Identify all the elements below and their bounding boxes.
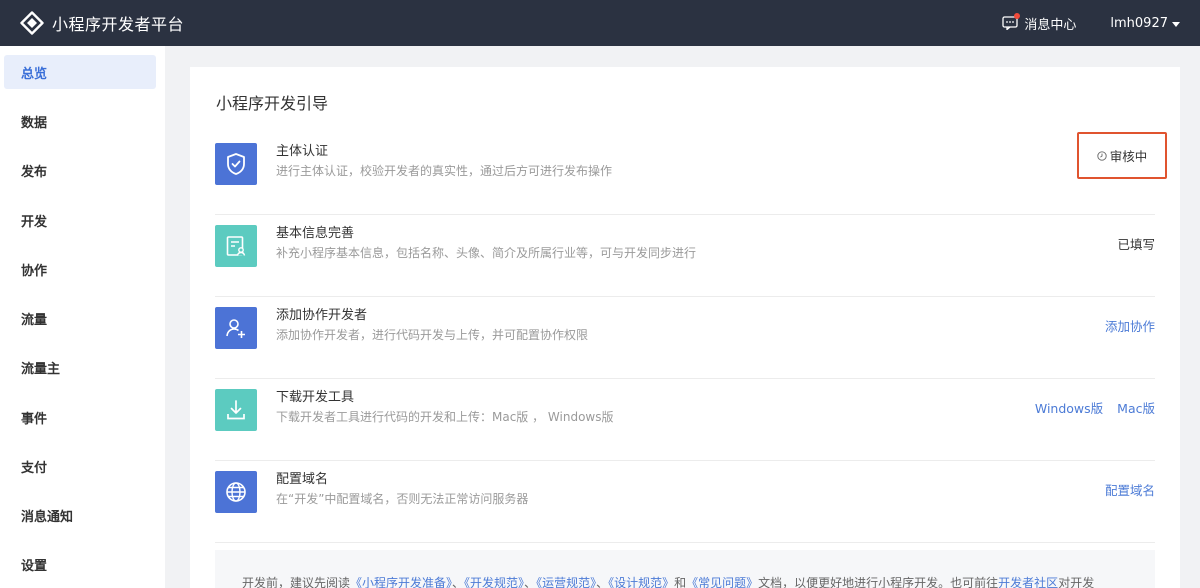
- row-title: 配置域名: [276, 472, 329, 487]
- reading-notice: 开发前，建议先阅读《小程序开发准备》、《开发规范》、《运营规范》、《设计规范》和…: [215, 550, 1155, 588]
- guide-row-verification: 主体认证 进行主体认证，校验开发者的真实性，通过后方可进行发布操作 审核中: [215, 132, 1167, 215]
- doc-link-ops-spec[interactable]: 《运营规范》: [536, 576, 596, 588]
- row-desc: 下载开发者工具进行代码的开发和上传：Mac版 ， Windows版: [276, 410, 614, 424]
- unread-dot: [1014, 13, 1021, 19]
- guide-row-basic-info: 基本信息完善 补充小程序基本信息，包括名称、头像、简介及所属行业等，可与开发同步…: [215, 215, 1155, 297]
- row-desc: 进行主体认证，校验开发者的真实性，通过后方可进行发布操作: [276, 164, 613, 178]
- notice-sep: 和: [674, 576, 687, 588]
- sidebar-item-data[interactable]: 数据: [4, 104, 156, 138]
- shield-check-icon: [215, 143, 257, 185]
- sidebar-item-traffic-owner[interactable]: 流量主: [4, 350, 156, 384]
- row-title: 基本信息完善: [276, 226, 355, 241]
- developer-community-link[interactable]: 开发者社区: [998, 576, 1058, 588]
- message-center-label: 消息中心: [1024, 17, 1077, 33]
- notice-text: 对开发: [1058, 576, 1095, 588]
- status-badge: 审核中: [1077, 132, 1167, 179]
- sidebar-item-payment[interactable]: 支付: [4, 449, 156, 483]
- status-text: 已填写: [1117, 234, 1155, 253]
- profile-card-icon: [215, 225, 257, 267]
- row-title: 下载开发工具: [276, 390, 355, 405]
- add-collaborator-link[interactable]: 添加协作: [1105, 316, 1155, 335]
- sidebar-item-publish[interactable]: 发布: [4, 153, 156, 187]
- guide-row-collaborators: 添加协作开发者 添加协作开发者，进行代码开发与上传，并可配置协作权限 添加协作: [215, 297, 1155, 379]
- clock-icon: [1097, 150, 1107, 161]
- sidebar-item-events[interactable]: 事件: [4, 400, 156, 434]
- configure-domain-link[interactable]: 配置域名: [1105, 480, 1155, 499]
- sidebar-item-settings[interactable]: 设置: [4, 547, 156, 581]
- user-menu[interactable]: lmh0927: [1110, 16, 1180, 31]
- row-title: 添加协作开发者: [276, 308, 368, 323]
- page-title: 小程序开发引导: [216, 94, 329, 113]
- guide-row-download-tools: 下载开发工具 下载开发者工具进行代码的开发和上传：Mac版 ， Windows版…: [215, 379, 1155, 461]
- message-icon: [1002, 13, 1021, 31]
- sidebar-item-develop[interactable]: 开发: [4, 203, 156, 237]
- row-desc: 在“开发”中配置域名，否则无法正常访问服务器: [276, 492, 529, 506]
- row-title: 主体认证: [276, 144, 329, 159]
- doc-link-dev-spec[interactable]: 《开发规范》: [464, 576, 524, 588]
- logo-icon: [20, 11, 44, 35]
- row-desc: 补充小程序基本信息，包括名称、头像、简介及所属行业等，可与开发同步进行: [276, 246, 697, 260]
- app-logo[interactable]: 小程序开发者平台: [20, 11, 184, 35]
- sidebar-item-notifications[interactable]: 消息通知: [4, 498, 156, 532]
- filled-status: 已填写: [1117, 237, 1155, 252]
- message-center-button[interactable]: 消息中心: [1002, 13, 1077, 33]
- doc-link-design-spec[interactable]: 《设计规范》: [608, 576, 674, 588]
- guide-card: 小程序开发引导 主体认证 进行主体认证，校验开发者的真实性，通过后方可进行发布操…: [190, 67, 1180, 588]
- chevron-down-icon: [1172, 21, 1180, 27]
- sidebar-item-collaboration[interactable]: 协作: [4, 252, 156, 286]
- notice-sep: 、: [596, 576, 609, 588]
- guide-row-domain: 配置域名 在“开发”中配置域名，否则无法正常访问服务器 配置域名: [215, 461, 1155, 543]
- notice-sep: 、: [524, 576, 537, 588]
- download-windows-link[interactable]: Windows版: [1035, 398, 1103, 417]
- notice-text: 文档，以便更好地进行小程序开发。也可前往: [758, 576, 999, 588]
- sidebar: 总览 数据 发布 开发 协作 流量 流量主 事件 支付 消息通知 设置: [0, 46, 165, 588]
- top-bar: 小程序开发者平台 消息中心 lmh0927: [0, 0, 1200, 46]
- notice-text: 开发前，建议先阅读: [242, 576, 351, 588]
- notice-sep: 、: [452, 576, 465, 588]
- sidebar-item-traffic[interactable]: 流量: [4, 301, 156, 335]
- review-status: 审核中: [1109, 149, 1148, 164]
- username: lmh0927: [1110, 15, 1168, 31]
- download-icon: [215, 389, 257, 431]
- globe-icon: [215, 471, 257, 513]
- app-title: 小程序开发者平台: [52, 15, 185, 34]
- download-mac-link[interactable]: Mac版: [1117, 398, 1155, 417]
- row-desc: 添加协作开发者，进行代码开发与上传，并可配置协作权限: [276, 328, 589, 342]
- doc-link-preparation[interactable]: 《小程序开发准备》: [350, 576, 452, 588]
- doc-link-faq[interactable]: 《常见问题》: [686, 576, 758, 588]
- add-user-icon: [215, 307, 257, 349]
- sidebar-item-overview[interactable]: 总览: [4, 55, 156, 89]
